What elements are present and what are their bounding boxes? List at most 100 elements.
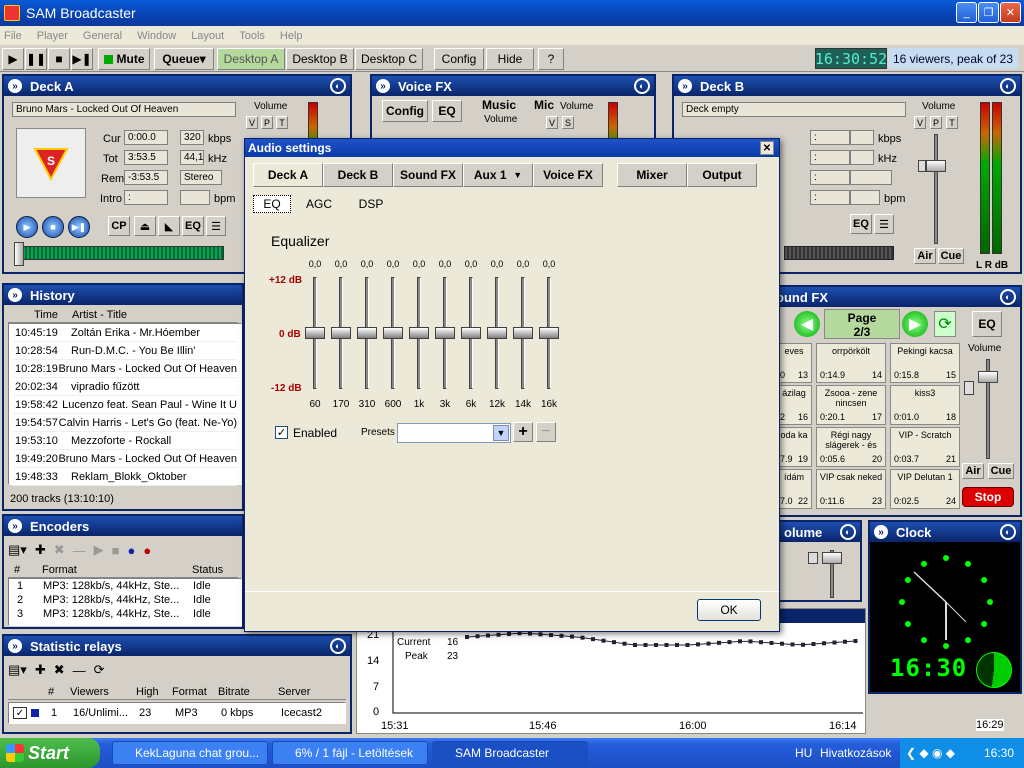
tools-icon[interactable]: ✖ [54,542,65,558]
history-row[interactable]: 19:54:57 Calvin Harris - Let's Go (feat. … [13,414,237,432]
sound-fx-cell[interactable]: oda ka 7.9 19 [776,427,812,467]
close-panel-icon[interactable]: ◐ [1000,78,1016,94]
start-button[interactable]: Start [0,738,100,768]
eject-icon[interactable]: ⏏ [134,216,156,236]
eq-band-slider[interactable] [331,269,351,397]
sound-fx-pan-slider[interactable] [964,381,974,395]
eq-knob[interactable] [357,327,377,339]
eq-knob[interactable] [305,327,325,339]
help-button[interactable]: ? [538,48,564,70]
voice-s-button[interactable]: S [562,116,574,129]
history-row[interactable]: 10:45:19 Zoltán Erika - Mr.Hóember [13,324,237,342]
history-row[interactable]: 19:48:33 Reklam_Blokk_Oktober [13,468,237,486]
voice-fx-config-button[interactable]: Config [382,100,428,122]
presets-dropdown-icon[interactable]: ▼ [493,425,509,441]
collapse-icon[interactable]: » [8,79,22,93]
deck-b-v-button[interactable]: V [914,116,926,129]
close-panel-icon[interactable]: ◐ [330,638,346,654]
add-relay-icon[interactable]: ✚ [35,662,46,678]
col-artist-title[interactable]: Artist - Title [68,309,127,322]
tab-output[interactable]: Output [687,163,757,187]
tab-voice-fx[interactable]: Voice FX [533,163,603,187]
taskbar-item-chat[interactable]: KekLaguna chat grou... [112,741,268,765]
restore-icon[interactable]: ❐ [978,2,999,23]
desktop-b-tab[interactable]: Desktop B [286,48,354,70]
stop-encoder-icon[interactable]: ■ [112,543,120,558]
deck-b-volume-slider[interactable] [926,160,946,172]
deck-b-p-button[interactable]: P [930,116,942,129]
deck-b-pan-slider[interactable] [918,160,926,172]
sound-fx-cue-button[interactable]: Cue [988,463,1014,479]
relay-refresh-icon[interactable]: ⟳ [94,662,105,678]
history-row[interactable]: 19:58:42 Lucenzo feat. Sean Paul - Wine I… [13,396,237,414]
sound-fx-air-button[interactable]: Air [962,463,984,479]
queue-button[interactable]: Queue ▾ [154,48,214,70]
col-server[interactable]: Server [278,686,310,699]
sound-fx-cell[interactable]: ázilag 2 16 [776,385,812,425]
eq-band-slider[interactable] [383,269,403,397]
sound-fx-cell[interactable]: kiss3 0:01.0 18 [890,385,960,425]
close-icon[interactable]: ✕ [1000,2,1021,23]
eq-knob[interactable] [409,327,429,339]
col-high[interactable]: High [136,686,172,699]
col-viewers[interactable]: Viewers [70,686,136,699]
dialog-close-icon[interactable]: ✕ [760,141,774,155]
deck-b-eq-button[interactable]: EQ [850,214,872,234]
menu-file[interactable]: File [4,30,22,42]
tab-sound-fx[interactable]: Sound FX [393,163,463,187]
close-panel-icon[interactable]: ◐ [1000,524,1016,540]
desktop-a-tab[interactable]: Desktop A [217,48,285,70]
voice-fx-eq-button[interactable]: EQ [432,100,462,122]
col-num[interactable]: # [8,564,42,577]
encoder-row[interactable]: 1 MP3: 128kb/s, 44kHz, Ste... Idle [13,579,237,593]
tab-aux-1[interactable]: Aux 1 ▼ [463,163,533,187]
sound-fx-cell[interactable]: orrpörkölt 0:14.9 14 [816,343,886,383]
relay-config-icon[interactable]: ▤▾ [8,662,27,678]
volume-slider[interactable] [822,552,842,564]
fade-icon[interactable]: ◣ [158,216,180,236]
next-page-icon[interactable]: ▶ [902,311,928,337]
minimize-icon[interactable]: _ [956,2,977,23]
blue-dot-icon[interactable]: ● [127,543,135,558]
eq-band-slider[interactable] [409,269,429,397]
col-time[interactable]: Time [8,309,68,322]
tray-icons[interactable]: ❮ ◆ ◉ ◆ [906,746,955,760]
sound-fx-volume-slider[interactable] [978,371,998,383]
menu-window[interactable]: Window [137,30,176,42]
cp-button[interactable]: CP [108,216,130,236]
eq-knob[interactable] [487,327,507,339]
close-panel-icon[interactable]: ◐ [330,78,346,94]
menu-tools[interactable]: Tools [239,30,265,42]
col-format[interactable]: Format [42,564,192,577]
deck-b-air-button[interactable]: Air [914,248,936,264]
sound-fx-cell[interactable]: Zsooa - zene nincsen 0:20.1 17 [816,385,886,425]
remove-encoder-icon[interactable]: — [73,543,86,558]
eq-band-slider[interactable] [305,269,325,397]
aux-dropdown-icon[interactable]: ▼ [513,170,522,180]
eq-knob[interactable] [461,327,481,339]
close-panel-icon[interactable]: ◐ [840,524,856,540]
stop-button[interactable]: ■ [48,48,70,70]
eq-band-slider[interactable] [357,269,377,397]
enabled-checkbox[interactable]: ✓ [275,426,288,439]
close-panel-icon[interactable]: ◐ [1000,289,1016,305]
menu-layout[interactable]: Layout [191,30,224,42]
history-row[interactable]: 20:02:34 vipradio fűzött [13,378,237,396]
deck-a-v-button[interactable]: V [246,116,258,129]
voice-v-button[interactable]: V [546,116,558,129]
history-row[interactable]: 19:49:20 Bruno Mars - Locked Out Of Heave… [13,450,237,468]
pause-button[interactable]: ❚❚ [25,48,47,70]
subtab-eq[interactable]: EQ [253,195,291,213]
sound-fx-cell[interactable]: ídám 7.0 22 [776,469,812,509]
deck-b-menu-icon[interactable]: ☰ [874,214,894,234]
language-indicator[interactable]: HU [795,746,812,760]
sound-fx-cell[interactable]: Régi nagy slágerek - és 0:05.6 20 [816,427,886,467]
deck-a-next-icon[interactable]: ▶❚ [68,216,90,238]
col-format[interactable]: Format [172,686,218,699]
start-encoder-icon[interactable]: ▶ [94,542,104,558]
encoder-config-icon[interactable]: ▤▾ [8,542,27,558]
eq-band-slider[interactable] [461,269,481,397]
deck-b-t-button[interactable]: T [946,116,958,129]
deck-a-eq-button[interactable]: EQ [182,216,204,236]
record-icon[interactable]: ● [143,543,151,558]
